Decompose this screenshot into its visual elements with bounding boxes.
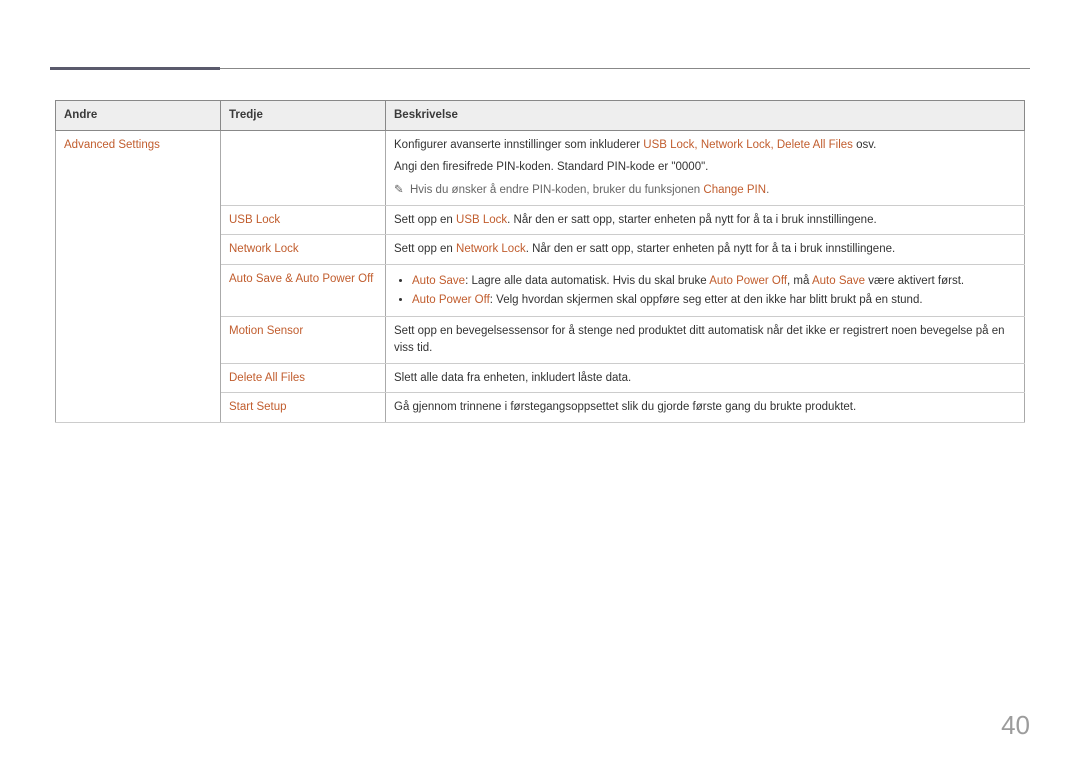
label-motion-sensor: Motion Sensor bbox=[229, 325, 303, 337]
settings-table: Andre Tredje Beskrivelse Advanced Settin… bbox=[55, 100, 1025, 423]
list-item: Auto Power Off: Velg hvordan skjermen sk… bbox=[412, 292, 1016, 309]
highlight: USB Lock bbox=[456, 214, 507, 226]
table-header-row: Andre Tredje Beskrivelse bbox=[56, 101, 1025, 131]
accent-bar bbox=[50, 67, 220, 70]
highlight: Auto Power Off bbox=[412, 294, 490, 306]
cell-auto-desc: Auto Save: Lagre alle data automatisk. H… bbox=[386, 265, 1025, 317]
list-item: Auto Save: Lagre alle data automatisk. H… bbox=[412, 273, 1016, 290]
auto-bullet-list: Auto Save: Lagre alle data automatisk. H… bbox=[394, 273, 1016, 308]
cell-motion-sensor: Motion Sensor bbox=[221, 317, 386, 363]
highlight: Change PIN bbox=[703, 184, 766, 196]
text: Sett opp en bbox=[394, 214, 456, 226]
text: . Når den er satt opp, starter enheten p… bbox=[526, 243, 896, 255]
label-delete-all: Delete All Files bbox=[229, 372, 305, 384]
cell-start-setup: Start Setup bbox=[221, 393, 386, 423]
cell-usb-lock: USB Lock bbox=[221, 205, 386, 235]
cell-delete-all: Delete All Files bbox=[221, 363, 386, 393]
highlight: Network Lock bbox=[456, 243, 526, 255]
label-start-setup: Start Setup bbox=[229, 401, 287, 413]
cell-empty bbox=[221, 130, 386, 205]
text: Hvis du ønsker å endre PIN-koden, bruker… bbox=[410, 184, 703, 196]
highlight: Auto Save bbox=[412, 275, 465, 287]
cell-usb-desc: Sett opp en USB Lock. Når den er satt op… bbox=[386, 205, 1025, 235]
note-text: Hvis du ønsker å endre PIN-koden, bruker… bbox=[410, 184, 769, 196]
text: : Velg hvordan skjermen skal oppføre seg… bbox=[490, 294, 923, 306]
adv-note: ✎ Hvis du ønsker å endre PIN-koden, bruke… bbox=[394, 182, 1016, 199]
cell-start-desc: Gå gjennom trinnene i førstegangsoppsett… bbox=[386, 393, 1025, 423]
cell-network-lock: Network Lock bbox=[221, 235, 386, 265]
adv-line2: Angi den firesifrede PIN-koden. Standard… bbox=[394, 159, 1016, 176]
text: . bbox=[766, 184, 769, 196]
col-header-tredje: Tredje bbox=[221, 101, 386, 131]
text: , må bbox=[787, 275, 812, 287]
text: . Når den er satt opp, starter enheten p… bbox=[507, 214, 877, 226]
highlight: Auto Save bbox=[812, 275, 865, 287]
cell-net-desc: Sett opp en Network Lock. Når den er sat… bbox=[386, 235, 1025, 265]
text: : Lagre alle data automatisk. Hvis du sk… bbox=[465, 275, 709, 287]
label-auto-save: Auto Save & Auto Power Off bbox=[229, 273, 373, 285]
col-header-beskrivelse: Beskrivelse bbox=[386, 101, 1025, 131]
cell-auto-save: Auto Save & Auto Power Off bbox=[221, 265, 386, 317]
adv-line1: Konfigurer avanserte innstillinger som i… bbox=[394, 137, 1016, 154]
cell-del-desc: Slett alle data fra enheten, inkludert l… bbox=[386, 363, 1025, 393]
cell-advanced-settings: Advanced Settings bbox=[56, 130, 221, 422]
table-row: Advanced Settings Konfigurer avanserte i… bbox=[56, 130, 1025, 205]
highlight: USB Lock, Network Lock, Delete All Files bbox=[643, 139, 853, 151]
cell-motion-desc: Sett opp en bevegelsessensor for å steng… bbox=[386, 317, 1025, 363]
col-header-andre: Andre bbox=[56, 101, 221, 131]
label-network-lock: Network Lock bbox=[229, 243, 299, 255]
highlight: Auto Power Off bbox=[709, 275, 787, 287]
label-usb-lock: USB Lock bbox=[229, 214, 280, 226]
pencil-icon: ✎ bbox=[394, 182, 406, 199]
text: Konfigurer avanserte innstillinger som i… bbox=[394, 139, 643, 151]
text: osv. bbox=[853, 139, 876, 151]
document-page: Andre Tredje Beskrivelse Advanced Settin… bbox=[0, 0, 1080, 763]
label-advanced-settings: Advanced Settings bbox=[64, 139, 160, 151]
text: være aktivert først. bbox=[865, 275, 964, 287]
cell-adv-desc: Konfigurer avanserte innstillinger som i… bbox=[386, 130, 1025, 205]
text: Sett opp en bbox=[394, 243, 456, 255]
page-number: 40 bbox=[1001, 710, 1030, 741]
